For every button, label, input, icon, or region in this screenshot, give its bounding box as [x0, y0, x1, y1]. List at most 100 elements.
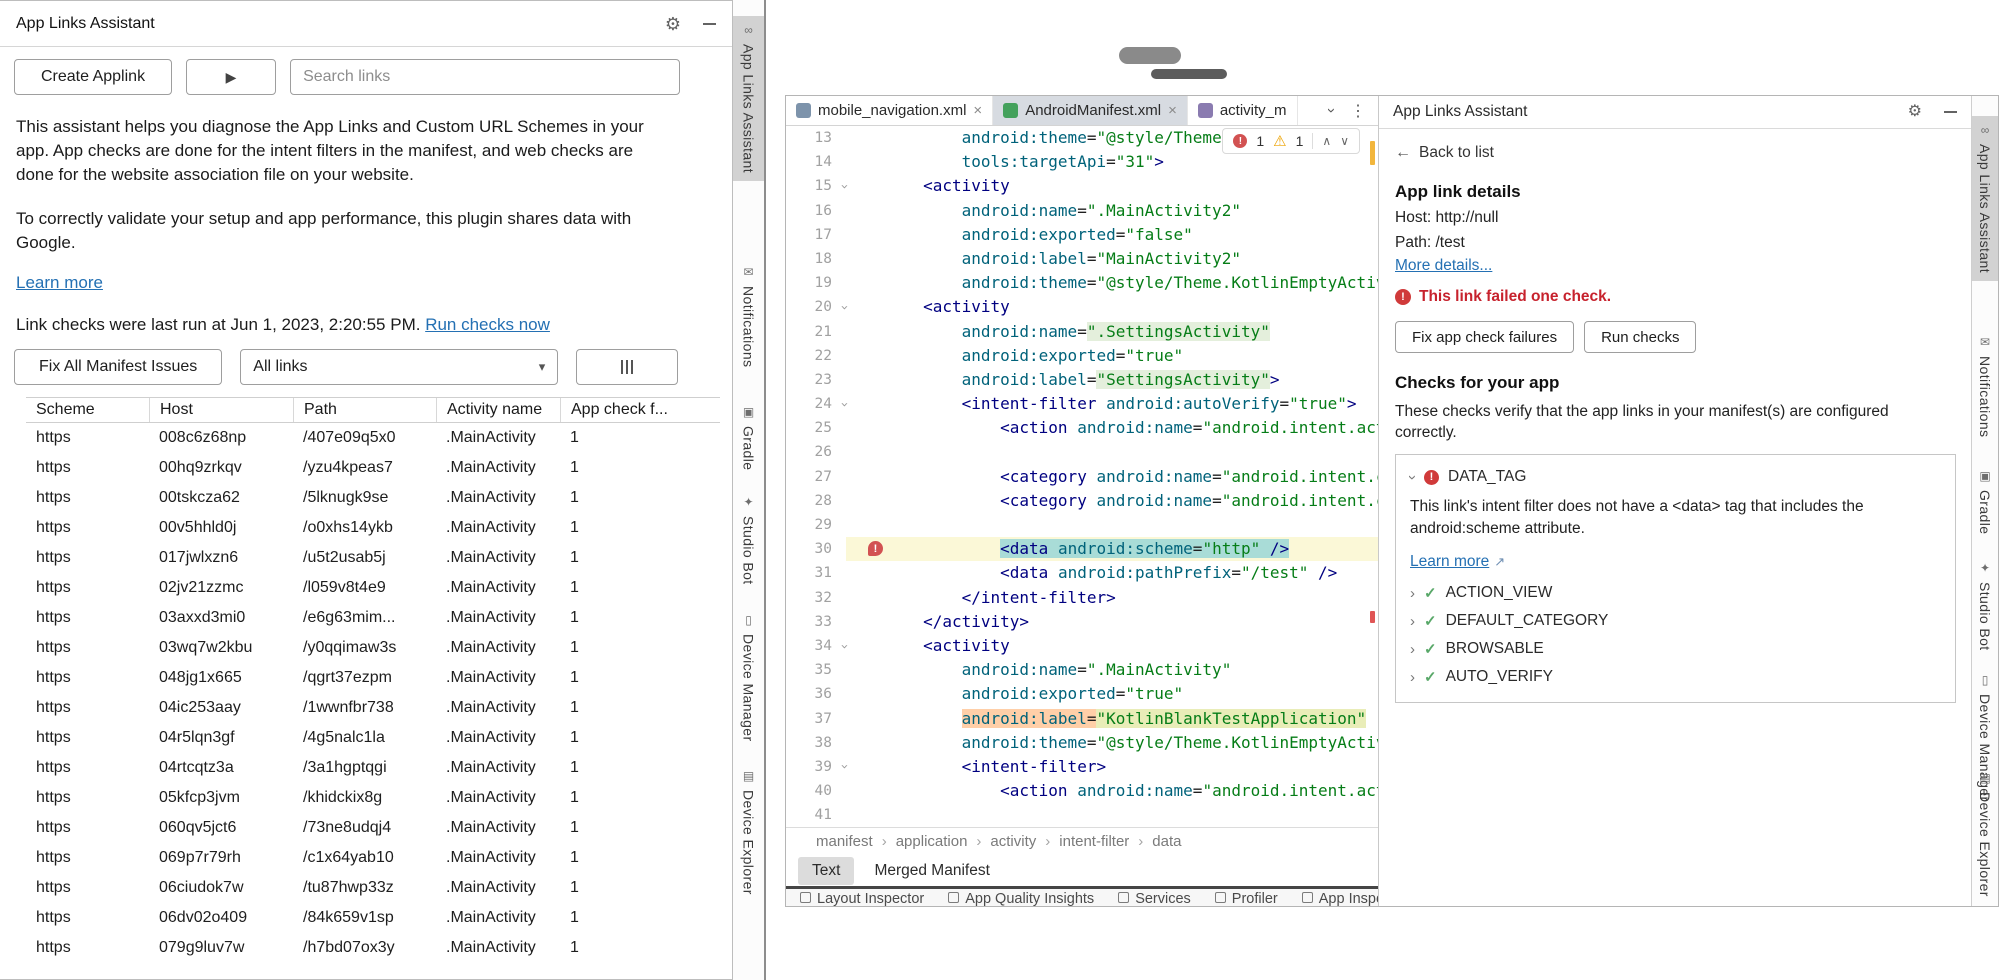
table-row[interactable]: https03axxd3mi0/e6g63mim....MainActivity… — [26, 603, 720, 633]
learn-more-link[interactable]: Learn more — [1410, 553, 1489, 571]
code-line[interactable]: 23android:label="SettingsActivity"> — [786, 368, 1378, 392]
bottom-bar-item-app-inspection[interactable]: App Inspection — [1302, 889, 1378, 906]
close-icon[interactable]: × — [973, 103, 982, 118]
table-row[interactable]: https00v5hhld0j/o0xhs14ykb.MainActivity1 — [26, 513, 720, 543]
check-row-auto-verify[interactable]: ›✓AUTO_VERIFY — [1410, 668, 1941, 686]
table-row[interactable]: https06ciudok7w/tu87hwp33z.MainActivity1 — [26, 873, 720, 903]
code-line[interactable]: 39<intent-filter>› — [786, 755, 1378, 779]
sidebar-item-device-explorer[interactable]: ▤Device Explorer — [1972, 764, 1998, 905]
fold-icon[interactable]: › — [840, 755, 848, 779]
code-line[interactable]: 33</activity> — [786, 610, 1378, 634]
search-links-input[interactable] — [290, 59, 680, 95]
code-line[interactable]: 25<action android:name="android.intent.a… — [786, 416, 1378, 440]
code-line[interactable]: 36android:exported="true" — [786, 682, 1378, 706]
code-line[interactable]: 27<category android:name="android.intent… — [786, 465, 1378, 489]
editor-tab-activity-m[interactable]: activity_m — [1188, 96, 1298, 125]
bottom-bar-item-layout-inspector[interactable]: Layout Inspector — [800, 889, 924, 906]
close-icon[interactable]: × — [1168, 103, 1177, 118]
more-options-icon[interactable]: ⋮ — [1350, 101, 1366, 121]
code-line[interactable]: 20<activity› — [786, 295, 1378, 319]
bottom-bar-item-services[interactable]: Services — [1118, 889, 1191, 906]
fold-icon[interactable]: › — [840, 295, 848, 319]
code-line[interactable]: 31<data android:pathPrefix="/test" /> — [786, 561, 1378, 585]
code-line[interactable]: 15<activity› — [786, 174, 1378, 198]
code-line[interactable]: 19android:theme="@style/Theme.KotlinEmpt… — [786, 271, 1378, 295]
check-row-action-view[interactable]: ›✓ACTION_VIEW — [1410, 584, 1941, 602]
fold-icon[interactable]: › — [840, 634, 848, 658]
breadcrumb-item-activity[interactable]: activity — [990, 833, 1036, 850]
code-line[interactable]: 40<action android:name="android.intent.a… — [786, 779, 1378, 803]
column-filter-button[interactable] — [576, 349, 678, 385]
check-row-default-category[interactable]: ›✓DEFAULT_CATEGORY — [1410, 612, 1941, 630]
links-filter-dropdown[interactable]: All links ▾ — [240, 349, 558, 385]
table-row[interactable]: https079g9luv7w/h7bd07ox3y.MainActivity1 — [26, 933, 720, 963]
breadcrumb-item-manifest[interactable]: manifest — [816, 833, 873, 850]
code-line[interactable]: 37android:label="KotlinBlankTestApplicat… — [786, 707, 1378, 731]
code-line[interactable]: 35android:name=".MainActivity" — [786, 658, 1378, 682]
column-header[interactable]: Path — [293, 398, 436, 422]
back-to-list-link[interactable]: ← Back to list — [1395, 144, 1494, 162]
table-row[interactable]: https008c6z68np/407e09q5x0.MainActivity1 — [26, 423, 720, 453]
table-row[interactable]: https048jg1x665/qgrt37ezpm.MainActivity1 — [26, 663, 720, 693]
check-row-data-tag[interactable]: › ! DATA_TAG — [1410, 468, 1941, 486]
settings-gear-icon[interactable]: ⚙ — [665, 15, 681, 33]
table-row[interactable]: https00hq9zrkqv/yzu4kpeas7.MainActivity1 — [26, 453, 720, 483]
sidebar-item-notifications[interactable]: ✉Notifications — [1972, 328, 1998, 445]
breadcrumb-item-application[interactable]: application — [896, 833, 968, 850]
sidebar-item-gradle[interactable]: ▣Gradle — [1972, 462, 1998, 542]
run-checks-now-link[interactable]: Run checks now — [425, 315, 550, 334]
column-header[interactable]: Host — [149, 398, 293, 422]
run-checks-button[interactable]: Run checks — [1584, 321, 1696, 353]
editor-mode-tab-merged-manifest[interactable]: Merged Manifest — [860, 857, 1003, 885]
learn-more-link[interactable]: Learn more — [16, 273, 103, 293]
code-line[interactable]: 26 — [786, 440, 1378, 464]
sidebar-item-device-manager[interactable]: ▯Device Manager — [733, 606, 764, 750]
code-line[interactable]: 30<data android:scheme="http" />! — [786, 537, 1378, 561]
table-row[interactable]: https017jwlxzn6/u5t2usab5j.MainActivity1 — [26, 543, 720, 573]
sidebar-item-app-links-assistant[interactable]: ∞App Links Assistant — [733, 16, 764, 181]
settings-gear-icon[interactable]: ⚙ — [1908, 104, 1922, 120]
editor-tab-mobile-navigation-xml[interactable]: mobile_navigation.xml× — [786, 96, 993, 125]
table-row[interactable]: https04rtcqtz3a/3a1hgptqgi.MainActivity1 — [26, 753, 720, 783]
code-line[interactable]: 29 — [786, 513, 1378, 537]
table-row[interactable]: https069p7r79rh/c1x64yab10.MainActivity1 — [26, 843, 720, 873]
code-line[interactable]: 21android:name=".SettingsActivity" — [786, 320, 1378, 344]
code-line[interactable]: 28<category android:name="android.intent… — [786, 489, 1378, 513]
breadcrumb-item-intent-filter[interactable]: intent-filter — [1059, 833, 1129, 850]
table-row[interactable]: https03wq7w2kbu/y0qqimaw3s.MainActivity1 — [26, 633, 720, 663]
fold-icon[interactable]: › — [840, 174, 848, 198]
code-line[interactable]: 38android:theme="@style/Theme.KotlinEmpt… — [786, 731, 1378, 755]
code-line[interactable]: 34<activity› — [786, 634, 1378, 658]
error-stripe-mark[interactable] — [1370, 611, 1375, 623]
code-line[interactable]: 17android:exported="false" — [786, 223, 1378, 247]
breadcrumb-item-data[interactable]: data — [1152, 833, 1181, 850]
sidebar-item-notifications[interactable]: ✉Notifications — [733, 258, 764, 375]
code-line[interactable]: 16android:name=".MainActivity2" — [786, 199, 1378, 223]
table-row[interactable]: https05kfcp3jvm/khidckix8g.MainActivity1 — [26, 783, 720, 813]
more-details-link[interactable]: More details... — [1395, 257, 1492, 275]
next-issue-icon[interactable]: ∨ — [1340, 134, 1349, 148]
run-button[interactable]: ▶ — [186, 59, 276, 95]
sidebar-item-device-explorer[interactable]: ▤Device Explorer — [733, 762, 764, 903]
fix-all-manifest-issues-button[interactable]: Fix All Manifest Issues — [14, 349, 222, 385]
table-row[interactable]: https02jv21zzmc/l059v8t4e9.MainActivity1 — [26, 573, 720, 603]
bottom-bar-item-app-quality-insights[interactable]: App Quality Insights — [948, 889, 1094, 906]
table-row[interactable]: https04r5lqn3gf/4g5nalc1la.MainActivity1 — [26, 723, 720, 753]
column-header[interactable]: App check f... — [560, 398, 710, 422]
code-line[interactable]: 22android:exported="true" — [786, 344, 1378, 368]
hide-icon[interactable] — [703, 23, 716, 25]
column-header[interactable]: Activity name — [436, 398, 560, 422]
table-row[interactable]: https060qv5jct6/73ne8udqj4.MainActivity1 — [26, 813, 720, 843]
column-header[interactable]: Scheme — [26, 398, 149, 422]
code-line[interactable]: 32</intent-filter> — [786, 586, 1378, 610]
fix-app-check-failures-button[interactable]: Fix app check failures — [1395, 321, 1574, 353]
previous-issue-icon[interactable]: ∧ — [1322, 134, 1331, 148]
table-row[interactable]: https00tskcza62/5lknugk9se.MainActivity1 — [26, 483, 720, 513]
sidebar-item-gradle[interactable]: ▣Gradle — [733, 398, 764, 478]
bottom-bar-item-profiler[interactable]: Profiler — [1215, 889, 1278, 906]
editor-tab-androidmanifest-xml[interactable]: AndroidManifest.xml× — [993, 96, 1188, 125]
code-line[interactable]: 24<intent-filter android:autoVerify="tru… — [786, 392, 1378, 416]
code-line[interactable]: 18android:label="MainActivity2" — [786, 247, 1378, 271]
sidebar-item-app-links-assistant[interactable]: ∞App Links Assistant — [1972, 116, 1998, 281]
sidebar-item-studio-bot[interactable]: ✦Studio Bot — [1972, 554, 1998, 659]
